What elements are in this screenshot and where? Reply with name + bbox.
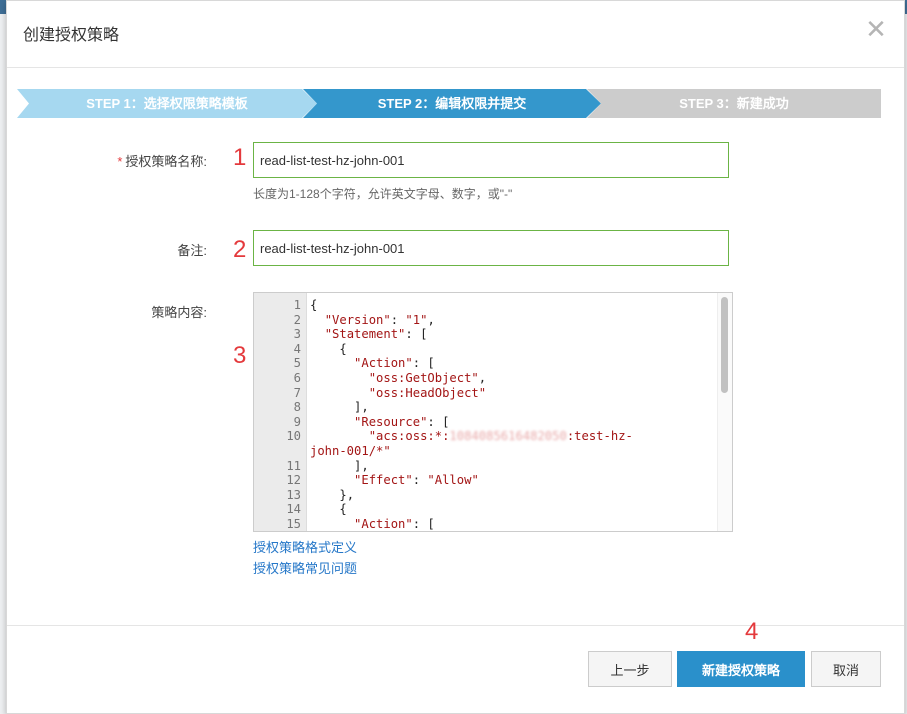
dialog-title: 创建授权策略 <box>23 27 120 44</box>
annotation-2: 2 <box>233 236 247 263</box>
code-line: 6 "oss:GetObject", <box>293 370 487 385</box>
policy-faq-link[interactable]: 授权策略常见问题 <box>253 558 357 577</box>
annotation-1: 1 <box>233 144 247 171</box>
policy-name-label-text: 授权策略名称: <box>125 154 207 169</box>
code-line: 11 ], <box>286 458 369 473</box>
policy-name-input[interactable] <box>253 142 729 178</box>
code-line-wrap: john-001/*" <box>310 443 391 458</box>
code-line: 3 "Statement": [ <box>293 327 428 342</box>
code-line: 2 "Version": "1", <box>293 312 435 327</box>
editor-scrollbar[interactable] <box>717 293 732 531</box>
step-2: STEP 2：编辑权限并提交 <box>303 89 601 118</box>
annotation-3: 3 <box>233 342 247 369</box>
previous-step-button[interactable]: 上一步 <box>588 651 672 687</box>
code-line: 10 "acs:oss:*:1084085616482050:test-hz- <box>286 429 633 444</box>
step-indicator: STEP 1：选择权限策略模板 STEP 2：编辑权限并提交 STEP 3：新建… <box>17 89 881 118</box>
step-2-label: STEP 2：编辑权限并提交 <box>377 96 527 111</box>
code-line: 4 { <box>293 341 347 356</box>
code-line: 15 "Action": [ <box>286 516 435 531</box>
dialog-footer-divider <box>7 625 904 626</box>
remark-label: 备注: <box>177 243 207 258</box>
annotation-4: 4 <box>745 618 759 645</box>
code-line: 8 ], <box>293 400 369 415</box>
policy-name-hint: 长度为1-128个字符，允许英文字母、数字，或"-" <box>253 187 513 201</box>
step-3-label: STEP 3：新建成功 <box>679 96 789 111</box>
code-line: 9 "Resource": [ <box>293 414 450 429</box>
code-line: 13 }, <box>286 487 355 502</box>
dialog-header: 创建授权策略 ✕ <box>7 1 904 68</box>
code-line: 7 "oss:HeadObject" <box>293 385 487 400</box>
code-line: 5 "Action": [ <box>293 356 435 371</box>
required-mark: * <box>117 154 123 169</box>
close-icon[interactable]: ✕ <box>862 15 890 43</box>
step-1-label: STEP 1：选择权限策略模板 <box>86 96 248 111</box>
step-1: STEP 1：选择权限策略模板 <box>17 89 317 118</box>
policy-json-editor[interactable]: 1{ 2 "Version": "1", 3 "Statement": [ 4 … <box>253 292 733 532</box>
policy-content-label: 策略内容: <box>151 305 207 320</box>
code-line: 12 "Effect": "Allow" <box>286 473 479 488</box>
cancel-button[interactable]: 取消 <box>811 651 881 687</box>
create-policy-button[interactable]: 新建授权策略 <box>677 651 805 687</box>
code-line: 1{ <box>293 298 318 312</box>
create-policy-dialog: 创建授权策略 ✕ STEP 1：选择权限策略模板 STEP 2：编辑权限并提交 … <box>6 0 905 714</box>
remark-input[interactable] <box>253 230 729 266</box>
editor-scrollbar-thumb[interactable] <box>721 297 728 393</box>
code-area[interactable]: 1{ 2 "Version": "1", 3 "Statement": [ 4 … <box>254 298 714 531</box>
redacted-account-id: 1084085616482050 <box>449 429 567 444</box>
policy-format-definition-link[interactable]: 授权策略格式定义 <box>253 537 357 556</box>
policy-name-label: * 授权策略名称: <box>87 151 207 170</box>
step-3: STEP 3：新建成功 <box>587 89 881 118</box>
code-line: 14 { <box>286 502 347 517</box>
